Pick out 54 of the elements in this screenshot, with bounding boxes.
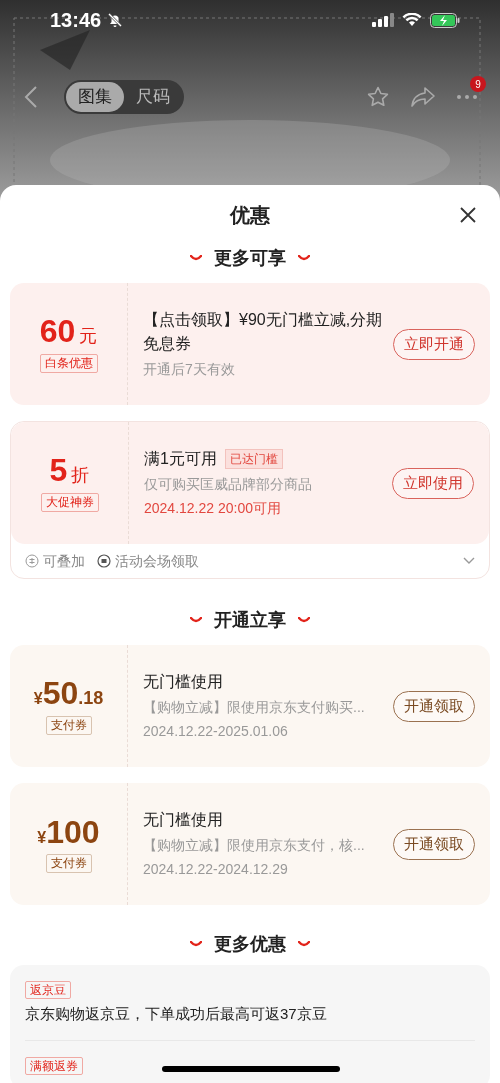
offer-text: 京东购物返京豆，下单成功后最高可返37京豆 xyxy=(25,1004,327,1024)
back-icon[interactable] xyxy=(24,85,38,109)
coupon-detail: 仅可购买匡威品牌部分商品 xyxy=(144,475,313,494)
ticket-icon xyxy=(97,554,111,568)
more-icon[interactable] xyxy=(456,94,478,100)
coupon-title: 【点击领取】¥90无门槛立减,分期免息券 xyxy=(143,310,384,354)
view-tab[interactable]: 尺码 xyxy=(124,82,182,112)
coupon-button[interactable]: 开通领取 xyxy=(393,828,475,860)
section-title: 开通立享 xyxy=(214,608,286,632)
footer-label: 可叠加 xyxy=(43,551,85,571)
section-title: 更多优惠 xyxy=(214,932,286,956)
smile-icon xyxy=(190,941,202,947)
coupon-tag: 支付券 xyxy=(45,853,92,873)
coupon-tag: 大促神券 xyxy=(40,493,99,512)
coupon-button[interactable]: 开通领取 xyxy=(393,690,475,722)
footer-label: 活动会场领取 xyxy=(115,551,199,571)
smile-icon xyxy=(190,617,202,623)
smile-icon xyxy=(190,255,202,261)
section-title: 更多可享 xyxy=(214,246,286,270)
view-tab[interactable]: 图集 xyxy=(66,82,124,112)
coupon-tag: 支付券 xyxy=(45,716,92,735)
wifi-icon xyxy=(402,13,422,27)
coupon-amount: ¥50.18 xyxy=(33,677,104,712)
battery-charging-icon xyxy=(430,12,460,28)
coupon-title: 无门槛使用 xyxy=(143,672,223,692)
stack-icon xyxy=(25,554,39,568)
share-icon[interactable] xyxy=(410,86,436,108)
smile-icon xyxy=(298,941,310,947)
offer-tag: 返京豆 xyxy=(25,981,71,999)
coupon-detail: 开通后7天有效 xyxy=(143,360,236,379)
close-icon[interactable] xyxy=(460,207,476,223)
coupon-detail: 2024.12.22-2024.12.29 xyxy=(143,860,289,879)
coupon-tag: 白条优惠 xyxy=(39,354,98,373)
coupon-button[interactable]: 立即开通 xyxy=(393,328,475,360)
coupon-detail: 2024.12.22 20:00可用 xyxy=(144,499,282,518)
offer-tag: 满额返券 xyxy=(25,1056,83,1075)
coupon-amount: ¥100 xyxy=(37,815,100,850)
coupon-amount: 5 折 xyxy=(49,454,90,489)
signal-icon xyxy=(372,13,394,27)
star-icon[interactable] xyxy=(366,85,390,109)
coupon-detail: 2024.12.22-2025.01.06 xyxy=(143,722,289,741)
coupon-detail: 【购物立减】限使用京东支付购买... xyxy=(143,698,366,717)
chevron-icon[interactable] xyxy=(463,557,475,565)
coupon-button[interactable]: 立即使用 xyxy=(392,467,474,499)
sheet-title: 优惠 xyxy=(230,203,270,228)
coupon-title: 无门槛使用 xyxy=(143,810,223,830)
coupon-detail: 【购物立减】限使用京东支付，核... xyxy=(143,836,366,855)
status-time: 13:46 xyxy=(50,8,102,33)
bell-off-icon xyxy=(107,12,124,28)
smile-icon xyxy=(298,617,310,623)
coupon-title: 满1元可用 xyxy=(144,449,217,469)
threshold-badge: 已达门槛 xyxy=(224,449,283,469)
coupon-amount: 60 元 xyxy=(39,315,98,350)
smile-icon xyxy=(298,255,310,261)
